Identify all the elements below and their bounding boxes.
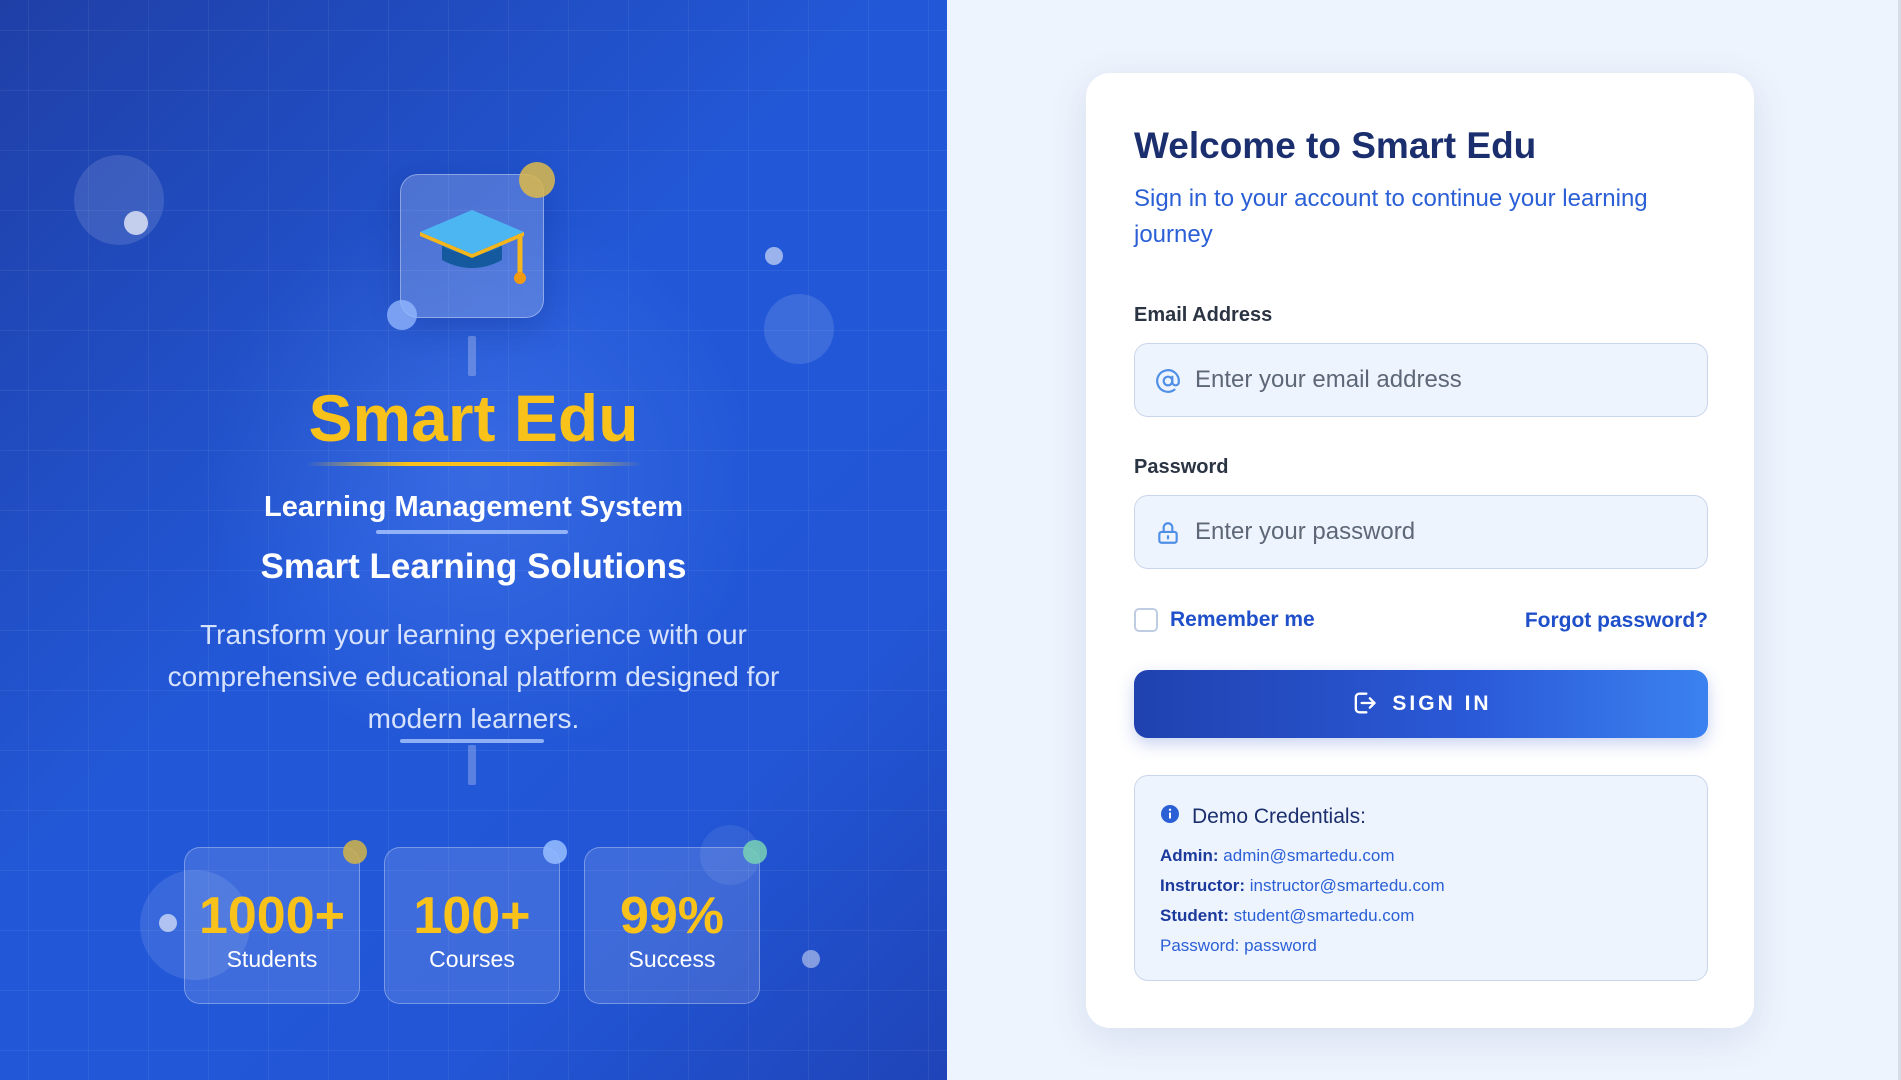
decor-dot xyxy=(159,914,177,932)
stats-row: 1000+ Students 100+ Courses 99% Success xyxy=(184,840,767,1004)
hero-panel: Smart Edu Learning Management System Sma… xyxy=(0,0,947,1080)
email-field-wrapper xyxy=(1134,343,1708,417)
stat-label: Courses xyxy=(429,946,515,972)
forgot-password-link[interactable]: Forgot password? xyxy=(1525,609,1708,633)
demo-credential-key: Student: xyxy=(1160,906,1229,925)
password-field-wrapper xyxy=(1134,495,1708,569)
stat-card-students: 1000+ Students xyxy=(184,840,367,1004)
stat-label: Students xyxy=(226,946,318,972)
brand-description: Transform your learning experience with … xyxy=(167,619,780,734)
decor-dot xyxy=(543,840,567,864)
decor-dot xyxy=(387,300,417,330)
demo-credentials: Demo Credentials: Admin: admin@smartedu.… xyxy=(1134,775,1708,981)
connector-line xyxy=(468,336,476,376)
info-icon xyxy=(1160,804,1180,829)
demo-credential-value: student@smartedu.com xyxy=(1233,906,1415,925)
demo-credential-line: Password: password xyxy=(1160,936,1317,956)
demo-credential-key: Instructor: xyxy=(1160,876,1245,895)
email-label: Email Address xyxy=(1134,304,1273,326)
remember-label[interactable]: Remember me xyxy=(1170,608,1315,632)
stat-value: 99% xyxy=(619,887,725,945)
description-underline xyxy=(400,739,544,743)
demo-credential-line: Student: student@smartedu.com xyxy=(1160,906,1414,926)
demo-credential-value: Password: password xyxy=(1160,936,1317,955)
remember-checkbox[interactable] xyxy=(1134,608,1158,632)
demo-credential-value: admin@smartedu.com xyxy=(1223,846,1395,865)
decor-dot xyxy=(124,211,148,235)
login-subtitle: Sign in to your account to continue your… xyxy=(1134,185,1648,248)
decor-dot xyxy=(519,162,555,198)
brand-underline xyxy=(306,462,642,466)
brand-tagline: Smart Learning Solutions xyxy=(260,547,687,586)
demo-credential-key: Admin: xyxy=(1160,846,1219,865)
subtitle-underline xyxy=(376,530,568,534)
decor-dot xyxy=(765,247,783,265)
demo-credential-line: Admin: admin@smartedu.com xyxy=(1160,846,1395,866)
remember-me[interactable]: Remember me xyxy=(1134,608,1315,632)
decor-dot xyxy=(802,950,820,968)
stat-card-success: 99% Success xyxy=(584,840,767,1004)
login-card: Welcome to Smart Edu Sign in to your acc… xyxy=(1086,73,1754,1028)
password-label: Password xyxy=(1134,456,1229,478)
email-input[interactable] xyxy=(1195,344,1695,416)
lock-icon xyxy=(1153,518,1183,548)
login-title: Welcome to Smart Edu xyxy=(1134,125,1537,166)
logo-badge xyxy=(400,174,544,318)
stat-card-courses: 100+ Courses xyxy=(384,840,567,1004)
brand-title: Smart Edu xyxy=(308,381,639,455)
stat-label: Success xyxy=(628,946,716,972)
graduation-cap-icon xyxy=(416,196,528,297)
stat-value: 100+ xyxy=(413,887,531,945)
demo-credential-line: Instructor: instructor@smartedu.com xyxy=(1160,876,1445,896)
password-input[interactable] xyxy=(1195,496,1695,568)
login-icon xyxy=(1350,689,1378,720)
decor-bubble xyxy=(764,294,834,364)
decor-dot xyxy=(743,840,767,864)
demo-header: Demo Credentials: xyxy=(1160,804,1366,829)
decor-dot xyxy=(343,840,367,864)
demo-credential-value: instructor@smartedu.com xyxy=(1249,876,1445,895)
stat-value: 1000+ xyxy=(198,887,346,945)
decor-bubble xyxy=(74,155,164,245)
sign-in-label: SIGN IN xyxy=(1392,692,1492,715)
brand-subtitle: Learning Management System xyxy=(264,491,683,523)
sign-in-button[interactable]: SIGN IN xyxy=(1134,670,1708,738)
demo-title: Demo Credentials: xyxy=(1192,804,1366,828)
at-sign-icon xyxy=(1153,366,1183,396)
connector-line xyxy=(468,745,476,785)
